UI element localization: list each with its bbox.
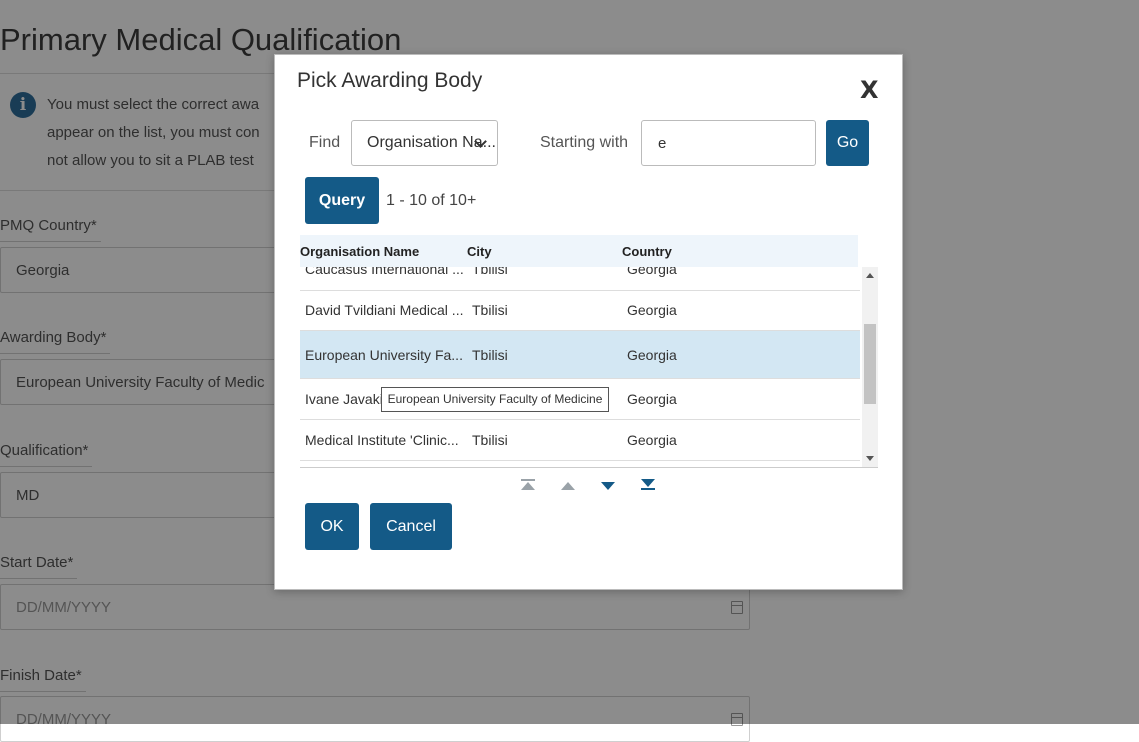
cancel-button[interactable]: Cancel: [370, 503, 452, 550]
cell-city: Tbilisi: [472, 432, 508, 448]
scroll-down-icon[interactable]: [866, 456, 874, 461]
next-page-icon[interactable]: [601, 482, 615, 492]
cell-city: Tbilisi: [472, 267, 508, 277]
cell-country: Georgia: [627, 391, 677, 407]
results-table: Caucasus International ... Tbilisi Georg…: [300, 267, 878, 468]
cell-organisation-name: Caucasus International ...: [305, 267, 464, 277]
cell-country: Georgia: [627, 347, 677, 363]
search-input[interactable]: e: [641, 120, 816, 166]
go-button[interactable]: Go: [826, 120, 869, 166]
previous-page-icon[interactable]: [561, 482, 575, 492]
table-scrollbar[interactable]: [862, 267, 878, 467]
result-count: 1 - 10 of 10+: [386, 192, 477, 209]
column-header-city[interactable]: City: [467, 244, 492, 259]
column-header-organisation-name[interactable]: Organisation Name: [300, 244, 419, 259]
table-row-selected[interactable]: European University Fa... Tbilisi Georgi…: [300, 331, 860, 379]
find-field-select[interactable]: Organisation Na...: [351, 120, 498, 166]
column-header-country[interactable]: Country: [622, 244, 672, 259]
find-label: Find: [309, 134, 341, 151]
row-tooltip: European University Faculty of Medicine: [381, 387, 609, 412]
cell-country: Georgia: [627, 432, 677, 448]
cell-country: Georgia: [627, 302, 677, 318]
table-header: Organisation Name City Country: [300, 235, 858, 267]
last-page-icon[interactable]: [641, 479, 655, 490]
cell-city: Tbilisi: [472, 347, 508, 363]
table-row[interactable]: David Tvildiani Medical ... Tbilisi Geor…: [300, 290, 860, 331]
scroll-up-icon[interactable]: [866, 273, 874, 278]
table-row[interactable]: Caucasus International ... Tbilisi Georg…: [300, 267, 860, 291]
ok-button[interactable]: OK: [305, 503, 359, 550]
first-page-icon[interactable]: [521, 479, 535, 490]
table-row[interactable]: Medical Institute 'Clinic... Tbilisi Geo…: [300, 420, 860, 461]
cell-city: Tbilisi: [472, 302, 508, 318]
cell-organisation-name: Ivane Javaki: [305, 391, 383, 407]
cell-organisation-name: David Tvildiani Medical ...: [305, 302, 464, 318]
dialog-title: Pick Awarding Body: [297, 69, 483, 92]
search-value: e: [658, 135, 667, 152]
query-button[interactable]: Query: [305, 177, 379, 224]
cell-country: Georgia: [627, 267, 677, 277]
close-icon[interactable]: X: [860, 76, 879, 104]
cell-organisation-name: European University Fa...: [305, 347, 463, 363]
scrollbar-thumb[interactable]: [864, 324, 876, 404]
cell-organisation-name: Medical Institute 'Clinic...: [305, 432, 459, 448]
starting-with-label: Starting with: [540, 134, 629, 151]
pick-awarding-body-dialog: Pick Awarding Body X Find Organisation N…: [274, 54, 903, 590]
